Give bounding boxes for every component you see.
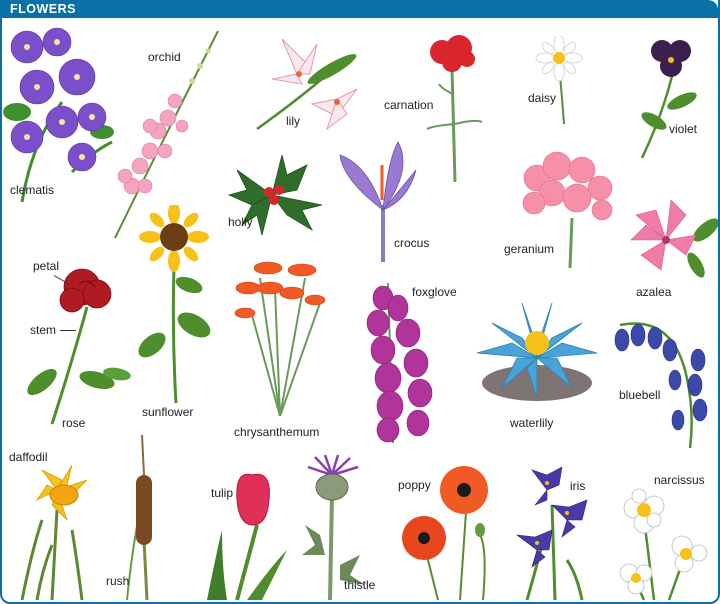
label-foxglove: foxglove bbox=[412, 285, 457, 299]
sunflower-image bbox=[138, 205, 211, 404]
label-narcissus: narcissus bbox=[654, 473, 705, 487]
flowers-picture-dictionary: FLOWERS clematis orchid lily carnation d… bbox=[0, 0, 720, 604]
label-clematis: clematis bbox=[10, 183, 55, 197]
label-crocus: crocus bbox=[394, 236, 430, 250]
label-rush: rush bbox=[106, 574, 130, 588]
label-lily: lily bbox=[286, 114, 300, 128]
label-iris: iris bbox=[570, 479, 586, 493]
label-poppy: poppy bbox=[398, 478, 431, 492]
rose-image bbox=[27, 268, 131, 425]
lily-image bbox=[256, 38, 358, 131]
section-title: FLOWERS bbox=[10, 2, 76, 16]
label-bluebell: bluebell bbox=[619, 388, 661, 402]
label-chrysanthemum: chrysanthemum bbox=[234, 425, 320, 439]
violet-image bbox=[640, 40, 697, 159]
narcissus-image bbox=[619, 488, 708, 601]
label-violet: violet bbox=[669, 122, 698, 136]
daffodil-image bbox=[20, 464, 88, 601]
rush-image bbox=[126, 434, 152, 601]
waterlily-image bbox=[476, 302, 598, 401]
azalea-image bbox=[630, 199, 718, 278]
label-waterlily: waterlily bbox=[510, 416, 554, 430]
label-petal: petal bbox=[33, 259, 60, 273]
foxglove-image bbox=[366, 282, 433, 444]
label-orchid: orchid bbox=[148, 50, 181, 64]
label-thistle: thistle bbox=[344, 578, 376, 592]
label-azalea: azalea bbox=[636, 285, 672, 299]
label-stem: stem bbox=[30, 323, 57, 337]
label-daffodil: daffodil bbox=[9, 450, 48, 464]
label-sunflower: sunflower bbox=[142, 405, 194, 419]
bluebell-image bbox=[614, 322, 708, 449]
daisy-image bbox=[535, 36, 583, 125]
label-carnation: carnation bbox=[384, 98, 434, 112]
label-tulip: tulip bbox=[211, 486, 234, 500]
label-rose: rose bbox=[62, 416, 86, 430]
label-daisy: daisy bbox=[528, 91, 557, 105]
label-holly: holly bbox=[228, 215, 253, 229]
section-header: FLOWERS bbox=[2, 0, 718, 18]
stem-leader-line bbox=[60, 330, 76, 331]
label-geranium: geranium bbox=[504, 242, 555, 256]
chrysanthemum-image bbox=[234, 261, 326, 417]
